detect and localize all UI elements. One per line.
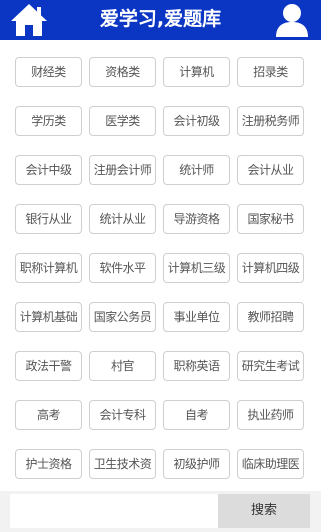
category-button[interactable]: 初级护师 (163, 449, 230, 479)
category-button[interactable]: 医学类 (89, 106, 156, 136)
category-button[interactable]: 事业单位 (163, 302, 230, 332)
category-button[interactable]: 会计初级 (163, 106, 230, 136)
category-button[interactable]: 护士资格 (15, 449, 82, 479)
category-button[interactable]: 职称英语 (163, 351, 230, 381)
category-button[interactable]: 导游资格 (163, 204, 230, 234)
search-button[interactable]: 搜索 (218, 494, 310, 528)
category-button[interactable]: 自考 (163, 400, 230, 430)
category-button[interactable]: 职称计算机 (15, 253, 82, 283)
search-bar: 搜索 (0, 491, 321, 532)
category-button[interactable]: 政法干警 (15, 351, 82, 381)
category-button[interactable]: 会计专科 (89, 400, 156, 430)
category-button[interactable]: 财经类 (15, 57, 82, 87)
app-title: 爱学习,爱题库 (99, 8, 222, 30)
category-button[interactable]: 高考 (15, 400, 82, 430)
category-button[interactable]: 计算机三级 (163, 253, 230, 283)
category-button[interactable]: 注册会计师 (89, 155, 156, 185)
category-button[interactable]: 招录类 (237, 57, 304, 87)
search-input[interactable] (10, 494, 220, 528)
category-button[interactable]: 软件水平 (89, 253, 156, 283)
category-button[interactable]: 教师招聘 (237, 302, 304, 332)
category-grid: 财经类 资格类 计算机 招录类 学历类 医学类 会计初级 注册税务师 会计中级 注册会计师 统计师会… (15, 57, 304, 479)
category-button[interactable]: 会计中级 (15, 155, 82, 185)
category-button[interactable]: 统计师 (163, 155, 230, 185)
category-button[interactable]: 临床助理医 (237, 449, 304, 479)
category-button[interactable]: 计算机四级 (237, 253, 304, 283)
category-button[interactable]: 统计从业 (89, 204, 156, 234)
category-button[interactable]: 银行从业 (15, 204, 82, 234)
category-button[interactable]: 卫生技术资 (89, 449, 156, 479)
category-button[interactable]: 研究生考试 (237, 351, 304, 381)
category-button[interactable]: 资格类 (89, 57, 156, 87)
header-bar: 爱学习,爱题库 (0, 0, 321, 40)
user-icon[interactable] (274, 2, 310, 38)
category-button[interactable]: 国家公务员 (89, 302, 156, 332)
category-button[interactable]: 村官 (89, 351, 156, 381)
category-button[interactable]: 计算机基础 (15, 302, 82, 332)
category-button[interactable]: 注册税务师 (237, 106, 304, 136)
category-button[interactable]: 学历类 (15, 106, 82, 136)
category-button[interactable]: 执业药师 (237, 400, 304, 430)
category-button[interactable]: 会计从业 (237, 155, 304, 185)
category-button[interactable]: 计算机 (163, 57, 230, 87)
category-button[interactable]: 国家秘书 (237, 204, 304, 234)
